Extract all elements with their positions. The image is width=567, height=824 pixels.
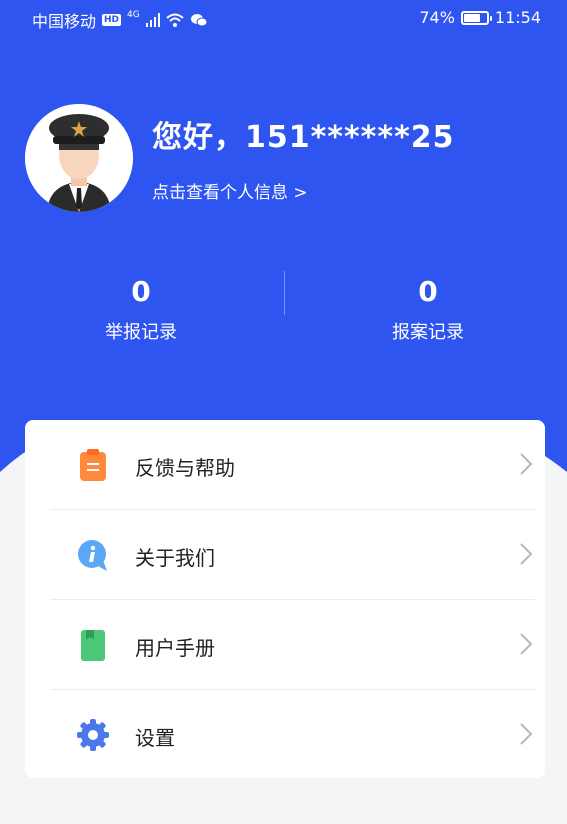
avatar[interactable] (25, 104, 133, 212)
chevron-right-icon (520, 543, 533, 565)
stat-value: 0 (418, 275, 438, 308)
signal-icon (145, 13, 160, 27)
clock: 11:54 (494, 8, 541, 27)
battery-percent: 74% (419, 8, 455, 27)
stat-case-records[interactable]: 0 报案记录 (328, 276, 528, 344)
menu-item-label: 用户手册 (135, 636, 215, 660)
menu-item-about-us[interactable]: 关于我们 (50, 510, 533, 599)
menu-item-label: 设置 (135, 726, 175, 750)
hd-icon: HD (102, 14, 122, 26)
info-bubble-icon (78, 540, 107, 571)
police-avatar-icon (25, 104, 133, 212)
menu-item-label: 反馈与帮助 (135, 456, 235, 480)
network-type: 4G (127, 10, 140, 20)
stats-panel: 0 举报记录 0 报案记录 (0, 268, 567, 348)
carrier-name: 中国移动 (32, 12, 97, 31)
stats-divider (284, 271, 285, 315)
stat-label: 报案记录 (392, 322, 464, 343)
stat-label: 举报记录 (105, 322, 177, 343)
book-icon (81, 630, 105, 661)
menu-item-feedback-help[interactable]: 反馈与帮助 (50, 420, 533, 509)
wifi-icon (166, 13, 184, 27)
wechat-icon (190, 14, 208, 27)
menu-item-settings[interactable]: 设置 (50, 690, 533, 779)
chevron-right-icon (520, 633, 533, 655)
chevron-right-icon (520, 723, 533, 745)
menu-item-user-manual[interactable]: 用户手册 (50, 600, 533, 689)
gear-icon (77, 719, 109, 751)
battery-icon (460, 10, 492, 25)
stat-report-records[interactable]: 0 举报记录 (41, 276, 241, 344)
greeting-text: 您好，151******25 (152, 120, 455, 155)
menu-item-label: 关于我们 (135, 546, 215, 570)
header-background (0, 0, 567, 472)
status-bar: 中国移动 HD 4G 74% 11:54 (0, 0, 567, 36)
view-profile-link[interactable]: 点击查看个人信息 > (152, 178, 308, 203)
header: 中国移动 HD 4G 74% 11:54 您好，151******25 点击查看… (0, 0, 567, 480)
stat-value: 0 (131, 275, 151, 308)
clipboard-icon (80, 449, 106, 481)
menu-card: 反馈与帮助 关于我们 用户手册 设置 (25, 420, 545, 778)
chevron-right-icon (520, 453, 533, 475)
